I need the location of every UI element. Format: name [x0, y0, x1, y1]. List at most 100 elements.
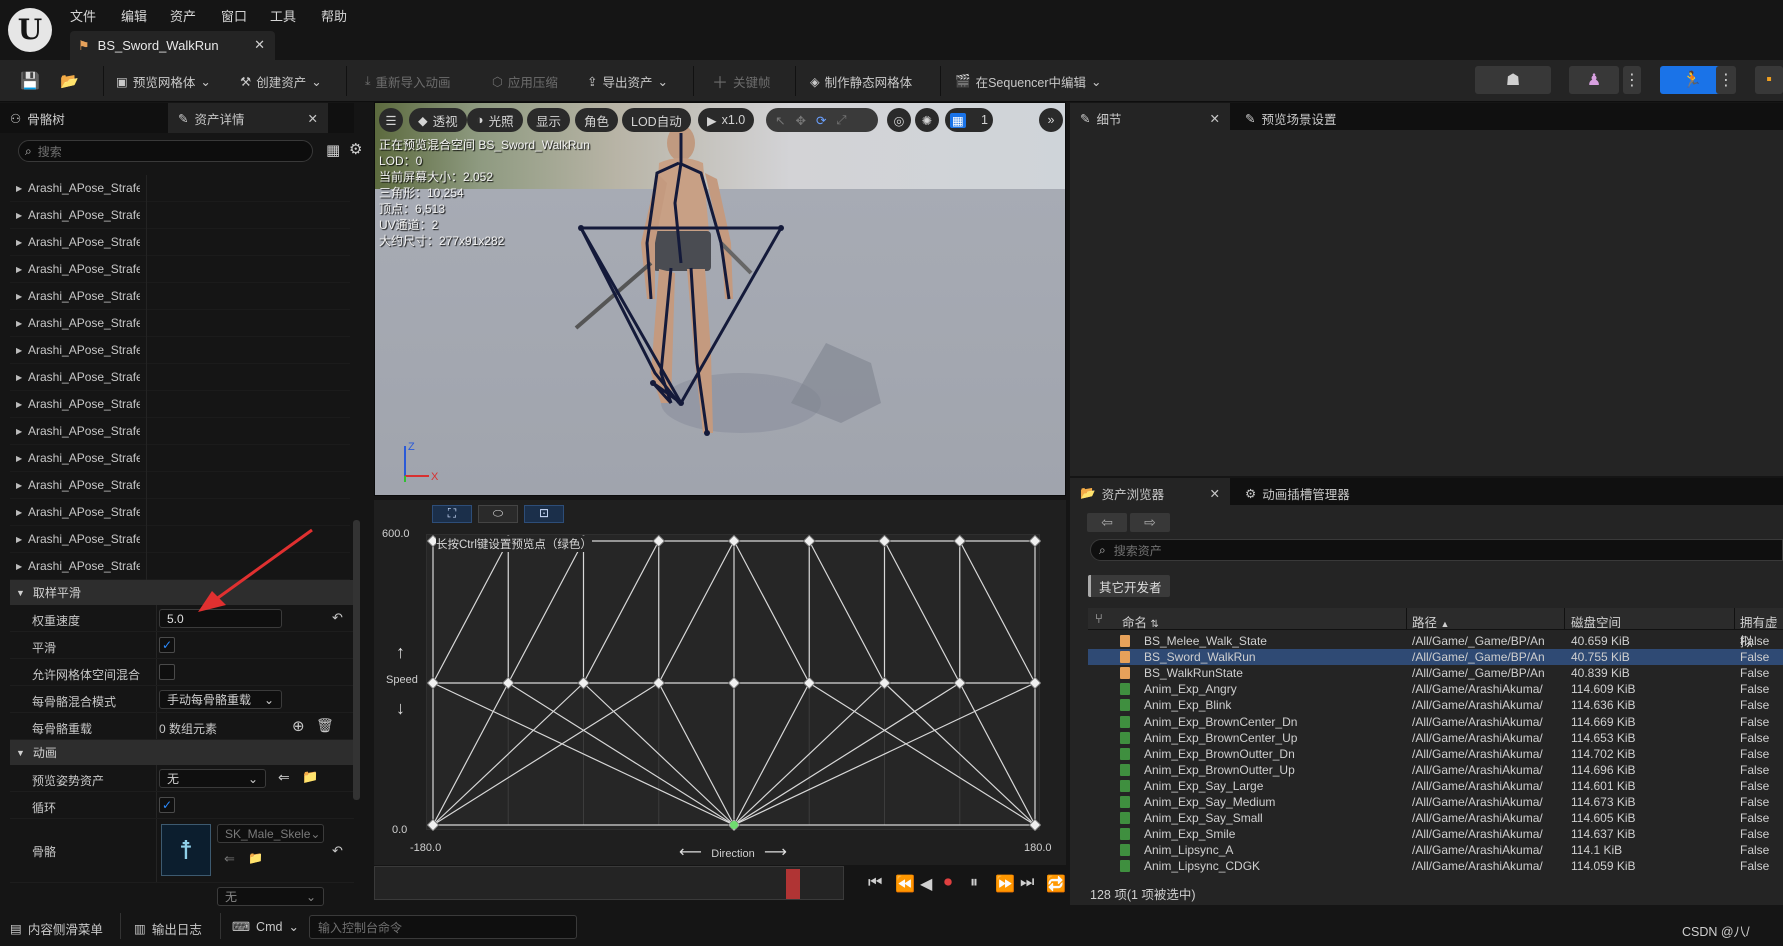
- expand-arrow-icon[interactable]: ▶: [10, 319, 28, 328]
- asset-row[interactable]: BS_WalkRunState/All/Game/_Game/BP/An 40.8…: [1088, 665, 1783, 681]
- expand-arrow-icon[interactable]: ▶: [10, 238, 28, 247]
- scale-icon[interactable]: ⤢: [836, 113, 846, 128]
- pause-icon[interactable]: ⏸: [970, 874, 978, 892]
- menu-file[interactable]: 文件: [70, 6, 96, 25]
- asset-row[interactable]: Anim_Exp_Smile/All/Game/ArashiAkuma/114.…: [1088, 826, 1783, 842]
- expand-arrow-icon[interactable]: ▶: [10, 265, 28, 274]
- expand-arrow-icon[interactable]: ▶: [10, 535, 28, 544]
- expand-arrow-icon[interactable]: ▶: [10, 346, 28, 355]
- browse-folder-icon[interactable]: 📁: [248, 851, 263, 865]
- expand-arrow-icon[interactable]: ▶: [10, 292, 28, 301]
- menu-help[interactable]: 帮助: [321, 6, 347, 25]
- expand-arrow-icon[interactable]: ▶: [10, 481, 28, 490]
- tab-preview-scene-settings[interactable]: ✎ 预览场景设置: [1235, 103, 1405, 133]
- play-reverse-icon[interactable]: ◀: [920, 874, 932, 894]
- loop-checkbox[interactable]: ✓: [159, 797, 175, 813]
- edit-in-sequencer-button[interactable]: 🎬 在Sequencer中编辑 ⌄: [955, 69, 1102, 93]
- blend-sample-row[interactable]: ▶Arashi_APose_Strafe_I: [10, 364, 350, 391]
- reset-arrow-icon[interactable]: ↶: [332, 843, 343, 859]
- asset-row[interactable]: Anim_Exp_BrownOutter_Dn/All/Game/ArashiA…: [1088, 746, 1783, 762]
- output-log-button[interactable]: ▥ 输出日志: [134, 919, 202, 938]
- triangulation-icon[interactable]: ⬭: [478, 505, 518, 523]
- move-icon[interactable]: ✥: [795, 113, 805, 128]
- asset-row[interactable]: Anim_Exp_Say_Medium/All/Game/ArashiAkuma…: [1088, 794, 1783, 810]
- close-tab-icon[interactable]: ✕: [254, 37, 265, 53]
- next-asset-dropdown[interactable]: 无 ⌄: [217, 887, 324, 906]
- expand-arrow-icon[interactable]: ▶: [10, 427, 28, 436]
- left-panel-scrollbar[interactable]: [353, 520, 360, 800]
- perspective-button[interactable]: ◆ 透视: [409, 108, 467, 132]
- rotate-icon[interactable]: ⟳: [816, 113, 826, 128]
- expand-toolbar-button[interactable]: »: [1039, 108, 1063, 132]
- menu-edit[interactable]: 编辑: [121, 6, 147, 25]
- asset-row[interactable]: Anim_Exp_Angry/All/Game/ArashiAkuma/114.…: [1088, 681, 1783, 697]
- tab-asset-browser[interactable]: 📂 资产浏览器 ✕: [1070, 478, 1230, 508]
- loop-icon[interactable]: 🔁: [1046, 874, 1066, 894]
- select-icon[interactable]: ↖: [775, 113, 785, 128]
- blend-space-plot[interactable]: [426, 534, 1042, 832]
- add-element-icon[interactable]: ⊕: [292, 717, 305, 735]
- expand-arrow-icon[interactable]: ▶: [10, 400, 28, 409]
- delete-trash-icon[interactable]: 🗑: [316, 717, 334, 734]
- animation-mode-button[interactable]: 🏃: [1660, 66, 1724, 94]
- viewport-options-button[interactable]: ☰: [379, 108, 403, 132]
- expand-arrow-icon[interactable]: ▶: [10, 184, 28, 193]
- document-tab[interactable]: ⚑ BS_Sword_WalkRun ✕: [70, 31, 275, 60]
- grid-snap-button[interactable]: ▦ 1: [945, 108, 993, 132]
- show-button[interactable]: 显示: [527, 108, 571, 132]
- animation-timeline[interactable]: [374, 866, 844, 900]
- skip-to-start-icon[interactable]: ⏮: [868, 874, 882, 892]
- source-tree-icon[interactable]: ⑂: [1095, 611, 1103, 626]
- skeleton-thumbnail[interactable]: ☨: [161, 824, 211, 876]
- blend-sample-row[interactable]: ▶Arashi_APose_Strafe_I: [10, 472, 350, 499]
- close-tab-icon[interactable]: ✕: [1210, 486, 1220, 501]
- export-asset-button[interactable]: ⇪ 导出资产 ⌄: [587, 69, 668, 93]
- animation-mode-menu[interactable]: ⋮: [1716, 66, 1736, 94]
- cmd-dropdown[interactable]: ⌨ Cmd ⌄: [232, 919, 299, 935]
- preview-pose-dropdown[interactable]: 无 ⌄: [159, 769, 266, 788]
- preview-viewport[interactable]: ☰ ◆ 透视 ◑ 光照 显示 角色 LOD自动 ▶ x1.0 ↖ ✥ ⟳ ⤢ ◎ ✺ …: [374, 102, 1066, 496]
- playback-speed-button[interactable]: ▶ x1.0: [698, 108, 755, 132]
- mesh-space-blend-checkbox[interactable]: [159, 664, 175, 680]
- use-selected-icon[interactable]: ⇐: [224, 851, 235, 867]
- blend-sample-row[interactable]: ▶Arashi_APose_Strafe_I: [10, 391, 350, 418]
- forward-arrow-icon[interactable]: ⇨: [1130, 513, 1170, 532]
- asset-row[interactable]: Anim_Exp_BrownCenter_Up/All/Game/ArashiA…: [1088, 730, 1783, 746]
- fit-view-icon[interactable]: ⛶: [432, 505, 472, 523]
- column-disk-size-header[interactable]: 磁盘空间: [1571, 612, 1621, 631]
- close-tab-icon[interactable]: ✕: [1210, 111, 1220, 126]
- asset-row[interactable]: Anim_Lipsync_CDGK/All/Game/ArashiAkuma/1…: [1088, 858, 1783, 874]
- section-animation[interactable]: ▼ 动画: [10, 740, 354, 765]
- expand-arrow-icon[interactable]: ▶: [10, 562, 28, 571]
- blend-sample-row[interactable]: ▶Arashi_APose_Strafe_I: [10, 418, 350, 445]
- tab-details[interactable]: ✎ 细节 ✕: [1070, 103, 1230, 133]
- apply-compression-button[interactable]: ⬡ 应用压缩: [492, 69, 558, 93]
- key-button[interactable]: ＋ 关键帧: [712, 69, 771, 93]
- asset-row[interactable]: Anim_Exp_Say_Small/All/Game/ArashiAkuma/…: [1088, 810, 1783, 826]
- skeleton-dropdown[interactable]: SK_Male_Skele ⌄: [217, 824, 324, 843]
- expand-arrow-icon[interactable]: ▶: [10, 454, 28, 463]
- use-selected-icon[interactable]: ⇐: [278, 769, 290, 786]
- lit-button[interactable]: ◑ 光照: [467, 108, 523, 132]
- tab-skeleton-tree[interactable]: ⚇ 骨骼树: [0, 103, 168, 133]
- menu-asset[interactable]: 资产: [170, 6, 196, 25]
- record-icon[interactable]: ⏺: [944, 874, 952, 892]
- camera-button[interactable]: ◎: [887, 108, 911, 132]
- browse-icon[interactable]: 📂: [60, 69, 79, 93]
- asset-row[interactable]: Anim_Exp_BrownCenter_Dn/All/Game/ArashiA…: [1088, 714, 1783, 730]
- browse-folder-icon[interactable]: 📁: [302, 769, 318, 785]
- blend-sample-row[interactable]: ▶Arashi_APose_Strafe_\: [10, 175, 350, 202]
- bone-button[interactable]: ✺: [915, 108, 939, 132]
- blend-sample-row[interactable]: ▶Arashi_APose_Strafe_\: [10, 256, 350, 283]
- blend-sample-row[interactable]: ▶Arashi_APose_Strafe_I: [10, 337, 350, 364]
- blend-space-grid[interactable]: [426, 534, 1042, 832]
- step-back-icon[interactable]: ⏪: [895, 874, 915, 894]
- blend-sample-row[interactable]: ▶Arashi_APose_Strafe_\: [10, 310, 350, 337]
- menu-window[interactable]: 窗口: [221, 6, 247, 25]
- asset-row[interactable]: BS_Melee_Walk_State/All/Game/_Game/BP/An…: [1088, 633, 1783, 649]
- step-forward-icon[interactable]: ⏩: [995, 874, 1015, 894]
- playhead[interactable]: [786, 869, 800, 899]
- expand-arrow-icon[interactable]: ▶: [10, 211, 28, 220]
- back-arrow-icon[interactable]: ⇦: [1087, 513, 1127, 532]
- unreal-logo-icon[interactable]: U: [8, 8, 52, 52]
